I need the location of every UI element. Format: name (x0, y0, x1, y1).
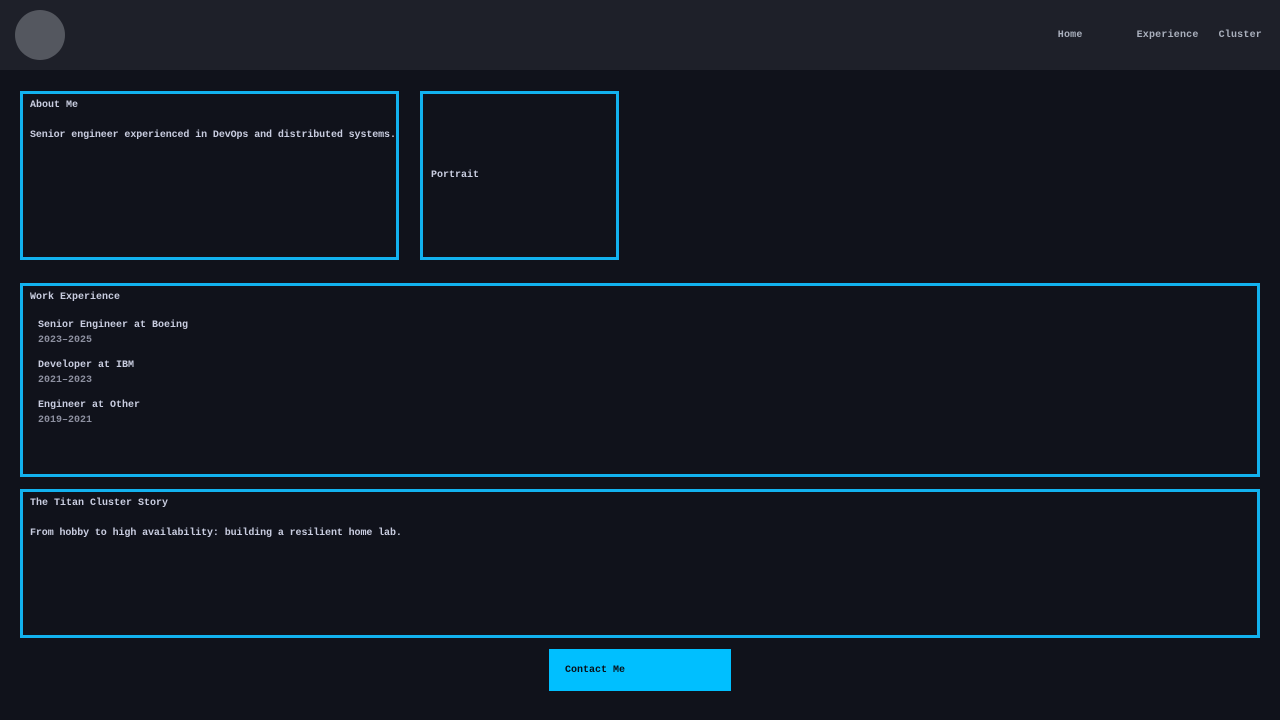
top-row: About Me Senior engineer experienced in … (20, 91, 1260, 260)
about-card: About Me Senior engineer experienced in … (20, 91, 399, 260)
contact-button[interactable]: Contact Me (549, 649, 731, 691)
experience-role: Senior Engineer at Boeing (38, 318, 1250, 333)
experience-card: Work Experience Senior Engineer at Boein… (20, 283, 1260, 477)
nav-link-experience[interactable]: Experience (1137, 30, 1199, 41)
contact-button-row: Contact Me (20, 649, 1260, 691)
story-title: The Titan Cluster Story (30, 496, 1250, 511)
experience-entry: Engineer at Other 2019–2021 (38, 398, 1250, 428)
experience-years: 2019–2021 (38, 413, 1250, 428)
portrait-card: Portrait (420, 91, 619, 260)
nav-links: Home Experience Cluster (1058, 30, 1262, 41)
about-body: Senior engineer experienced in DevOps an… (30, 128, 389, 143)
nav-link-home[interactable]: Home (1058, 30, 1083, 41)
experience-role: Developer at IBM (38, 358, 1250, 373)
experience-entry: Developer at IBM 2021–2023 (38, 358, 1250, 388)
main-content: About Me Senior engineer experienced in … (0, 91, 1280, 691)
about-title: About Me (30, 98, 389, 113)
portrait-label: Portrait (431, 170, 479, 181)
avatar (15, 10, 65, 60)
experience-years: 2021–2023 (38, 373, 1250, 388)
nav-link-cluster[interactable]: Cluster (1219, 30, 1262, 41)
experience-role: Engineer at Other (38, 398, 1250, 413)
experience-title: Work Experience (30, 290, 1250, 305)
story-body: From hobby to high availability: buildin… (30, 526, 1250, 541)
story-card: The Titan Cluster Story From hobby to hi… (20, 489, 1260, 638)
experience-entry: Senior Engineer at Boeing 2023–2025 (38, 318, 1250, 348)
experience-entries: Senior Engineer at Boeing 2023–2025 Deve… (38, 318, 1250, 428)
experience-years: 2023–2025 (38, 333, 1250, 348)
navbar: Home Experience Cluster (0, 0, 1280, 70)
